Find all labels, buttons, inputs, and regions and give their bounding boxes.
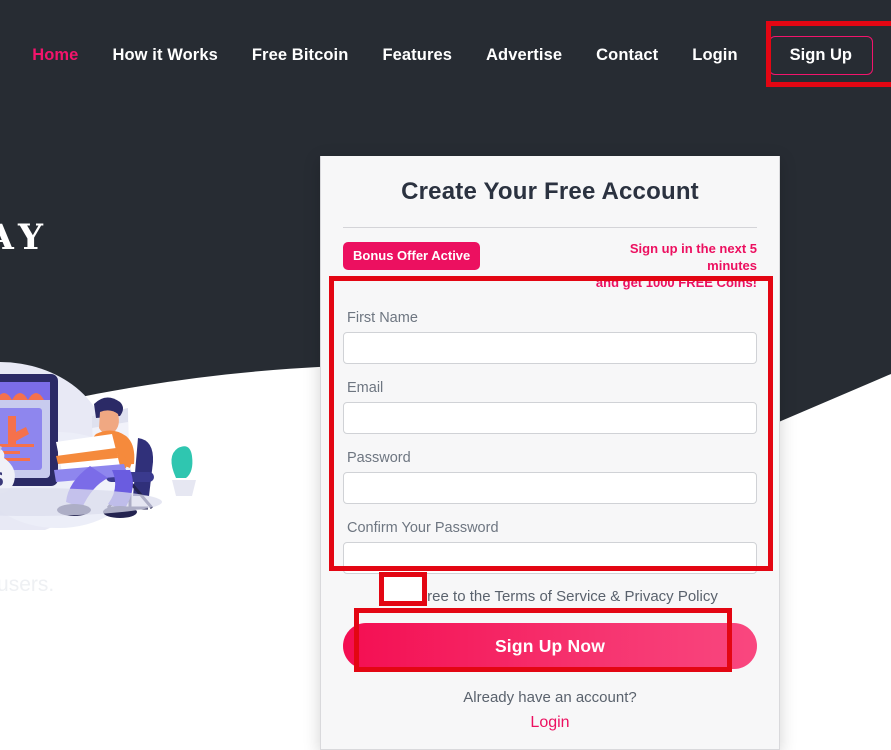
card-title: Create Your Free Account — [401, 178, 699, 205]
first-name-input[interactable] — [343, 332, 757, 364]
terms-row: I agree to the Terms of Service & Privac… — [343, 588, 757, 605]
password-input[interactable] — [343, 472, 757, 504]
login-link[interactable]: Login — [343, 714, 757, 732]
bonus-offer-badge: Bonus Offer Active — [343, 242, 481, 270]
nav-item-login[interactable]: Login — [692, 46, 737, 65]
nav-item-free-bitcoin[interactable]: Free Bitcoin — [252, 46, 349, 65]
nav-item-home[interactable]: Home — [32, 46, 78, 65]
svg-text:$: $ — [0, 467, 4, 491]
nav-item-advertise[interactable]: Advertise — [486, 46, 562, 65]
form-fields: First Name Email Password Confirm Your P… — [343, 304, 757, 574]
confirm-password-input[interactable] — [343, 542, 757, 574]
nav-item-how-it-works[interactable]: How it Works — [112, 46, 217, 65]
nav-item-features[interactable]: Features — [382, 46, 452, 65]
main-navigation: Home How it Works Free Bitcoin Features … — [0, 20, 891, 90]
field-first-name: First Name — [343, 304, 757, 364]
terms-label[interactable]: I agree to the Terms of Service & Privac… — [402, 588, 718, 605]
hero-subtitle: tart earning. an 3 million users. — [0, 538, 54, 600]
hero-title: ARNING TO TODAY — [0, 160, 275, 264]
check-icon — [384, 592, 395, 601]
promo-row: Bonus Offer Active Sign up in the next 5… — [343, 240, 757, 304]
hero-subtitle-line-1: tart earning. — [0, 538, 54, 569]
nav-item-contact[interactable]: Contact — [596, 46, 658, 65]
top-band — [0, 0, 891, 20]
page-root: Home How it Works Free Bitcoin Features … — [0, 0, 891, 750]
field-confirm-password: Confirm Your Password — [343, 514, 757, 574]
hero-title-line-1: ARNING — [0, 160, 275, 212]
hero-subtitle-line-2: an 3 million users. — [0, 573, 55, 596]
first-name-label: First Name — [347, 310, 418, 326]
email-label: Email — [347, 380, 384, 396]
promo-text: Sign up in the next 5 minutes and get 10… — [577, 240, 757, 291]
terms-checkbox[interactable] — [382, 589, 397, 604]
confirm-password-label: Confirm Your Password — [347, 520, 499, 536]
card-divider — [343, 227, 757, 228]
password-label: Password — [347, 450, 411, 466]
promo-text-line-2: and get 1000 FREE Coins! — [595, 275, 757, 290]
signup-card: Create Your Free Account Bonus Offer Act… — [320, 156, 780, 750]
hero-illustration: $ — [0, 330, 210, 538]
nav-signup-button[interactable]: Sign Up — [768, 35, 873, 75]
promo-text-line-1: Sign up in the next 5 minutes — [629, 241, 757, 273]
already-have-account-text: Already have an account? — [463, 689, 637, 706]
field-email: Email — [343, 374, 757, 434]
field-password: Password — [343, 444, 757, 504]
sign-up-now-button[interactable]: Sign Up Now — [343, 623, 757, 669]
email-input[interactable] — [343, 402, 757, 434]
hero-title-line-2: TO TODAY — [0, 217, 50, 258]
